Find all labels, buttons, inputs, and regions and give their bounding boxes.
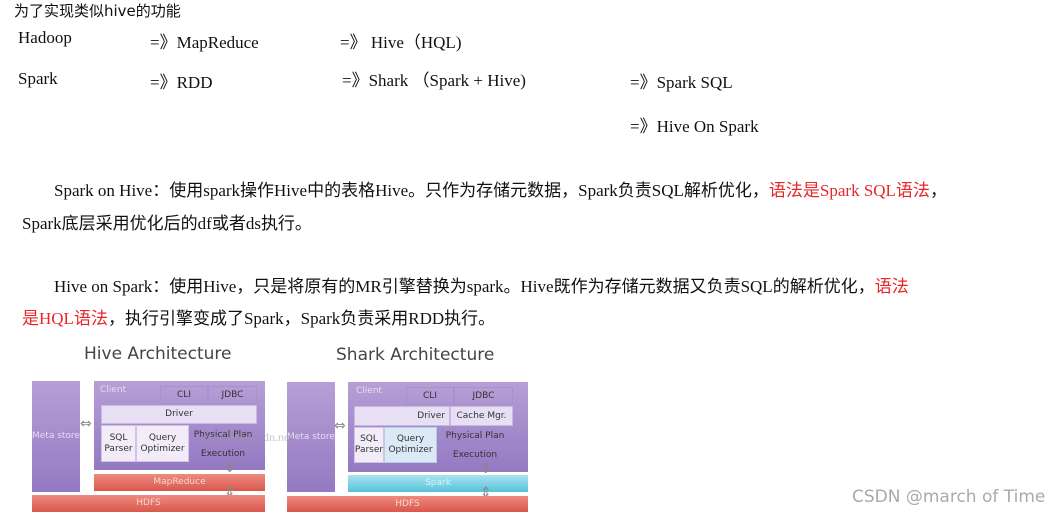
shark-cache-mgr: Cache Mgr. — [450, 406, 513, 426]
p1-text: Spark on Hive：使用spark操作Hive中的表格Hive。只作为存… — [54, 181, 769, 200]
p2-line2-text: ，执行引擎变成了Spark，Spark负责采用RDD执行。 — [107, 309, 496, 328]
hive-sql-parser: SQL Parser — [101, 425, 136, 462]
p2-red2: 是HQL语法 — [22, 309, 108, 328]
hive-hdfs: HDFS — [32, 495, 265, 512]
shark-cli: CLI — [406, 387, 454, 405]
p1-red: 语法是Spark SQL语法 — [768, 181, 930, 200]
row1-b: =》MapReduce — [150, 33, 259, 52]
p2-text: Hive on Spark：使用Hive，只是将原有的MR引擎替换为spark。… — [54, 277, 875, 296]
hive-execution: Execution — [200, 448, 246, 459]
row2-e: =》Hive On Spark — [630, 117, 759, 136]
image-watermark: http://blog.csdn.net/ — [200, 430, 296, 444]
shark-driver: Driver — [354, 406, 450, 426]
shark-jdbc: JDBC — [454, 387, 513, 405]
shark-execution: Execution — [452, 449, 498, 460]
shark-client-label: Client — [356, 385, 383, 396]
hive-client-label: Client — [100, 384, 127, 395]
row2-a: Spark — [18, 69, 58, 88]
row2-d: =》Spark SQL — [630, 73, 733, 92]
p2-line2: 是HQL语法，执行引擎变成了Spark，Spark负责采用RDD执行。 — [22, 304, 495, 329]
shark-query-optimizer: Query Optimizer — [384, 427, 437, 463]
paragraph-spark-on-hive: Spark on Hive：使用spark操作Hive中的表格Hive。只作为存… — [54, 176, 947, 201]
heading: 为了实现类似hive的功能 — [14, 2, 181, 20]
row2-b: =》RDD — [150, 73, 213, 92]
shark-sql-parser: SQL Parser — [354, 427, 384, 463]
paragraph-hive-on-spark: Hive on Spark：使用Hive，只是将原有的MR引擎替换为spark。… — [54, 272, 909, 297]
csdn-watermark: CSDN @march of Time — [852, 487, 1046, 507]
hive-architecture-title: Hive Architecture — [84, 344, 232, 364]
p2-red1: 语法 — [874, 277, 909, 296]
row1-a: Hadoop — [18, 28, 72, 47]
shark-spark: Spark — [348, 475, 528, 492]
shark-architecture-title: Shark Architecture — [336, 345, 495, 365]
hive-metastore: Meta store — [32, 381, 80, 492]
hive-query-optimizer: Query Optimizer — [136, 425, 189, 462]
row1-c: =》 Hive（HQL) — [340, 33, 462, 52]
shark-physical-plan: Physical Plan — [445, 430, 505, 441]
hive-driver: Driver — [101, 405, 257, 424]
hive-mapreduce: MapReduce — [94, 474, 265, 491]
p1-line2: Spark底层采用优化后的df或者ds执行。 — [22, 214, 312, 233]
row2-c: =》Shark （Spark + Hive) — [342, 71, 526, 90]
double-arrow-icon: ⇔ — [334, 418, 346, 434]
p1-tail: ， — [929, 181, 947, 200]
shark-hdfs: HDFS — [287, 496, 528, 512]
double-arrow-icon: ⇔ — [80, 416, 92, 432]
hive-jdbc: JDBC — [208, 386, 257, 404]
hive-cli: CLI — [160, 386, 208, 404]
